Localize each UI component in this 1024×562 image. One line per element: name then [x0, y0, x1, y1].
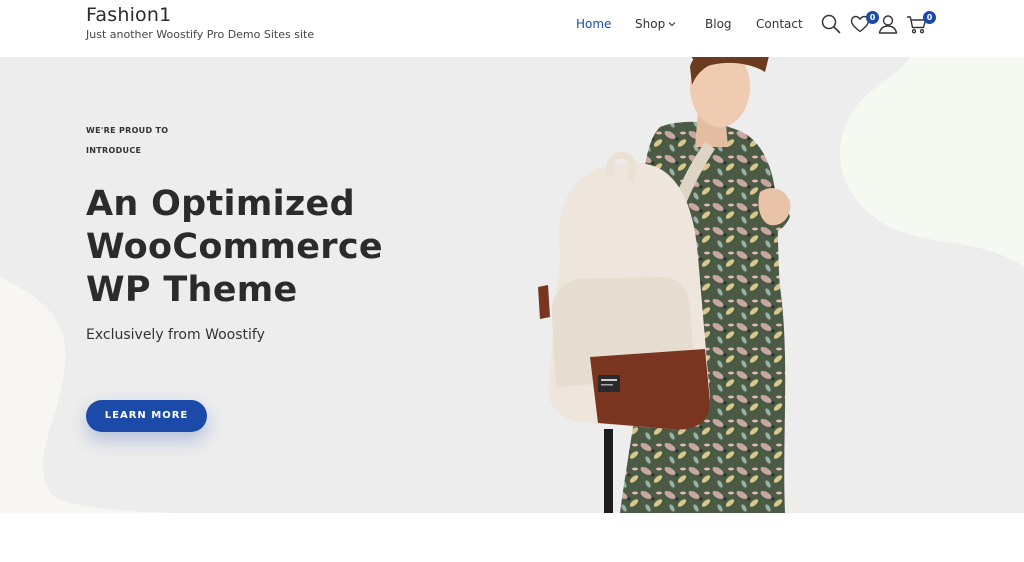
- site-tagline: Just another Woostify Pro Demo Sites sit…: [86, 28, 315, 41]
- cart-count-badge: 0: [923, 11, 936, 24]
- nav-item-shop-label: Shop: [635, 17, 666, 31]
- user-icon[interactable]: [877, 13, 899, 35]
- nav-item-shop[interactable]: Shop: [635, 17, 676, 31]
- hero-headline-line1: An Optimized: [86, 184, 355, 224]
- site-title[interactable]: Fashion1: [86, 4, 171, 26]
- nav-item-contact[interactable]: Contact: [756, 17, 803, 31]
- site-header: Fashion1 Just another Woostify Pro Demo …: [0, 0, 1024, 57]
- nav-item-home[interactable]: Home: [576, 17, 611, 31]
- hero-eyebrow-line2: INTRODUCE: [86, 146, 142, 155]
- hero-subheading: Exclusively from Woostify: [86, 327, 265, 343]
- hero-model-image: [538, 57, 791, 513]
- nav-item-blog[interactable]: Blog: [705, 17, 732, 31]
- hero-headline: An Optimized WooCommerce WP Theme: [86, 183, 426, 312]
- search-icon[interactable]: [820, 13, 842, 35]
- hero-headline-line3: WP Theme: [86, 270, 298, 310]
- hero-eyebrow-line1: WE'RE PROUD TO: [86, 126, 169, 135]
- chevron-down-icon: [668, 22, 676, 27]
- hero-headline-line2: WooCommerce: [86, 227, 383, 267]
- learn-more-button[interactable]: LEARN MORE: [86, 400, 207, 432]
- hero-slider: WE'RE PROUD TO INTRODUCE An Optimized Wo…: [0, 57, 1024, 513]
